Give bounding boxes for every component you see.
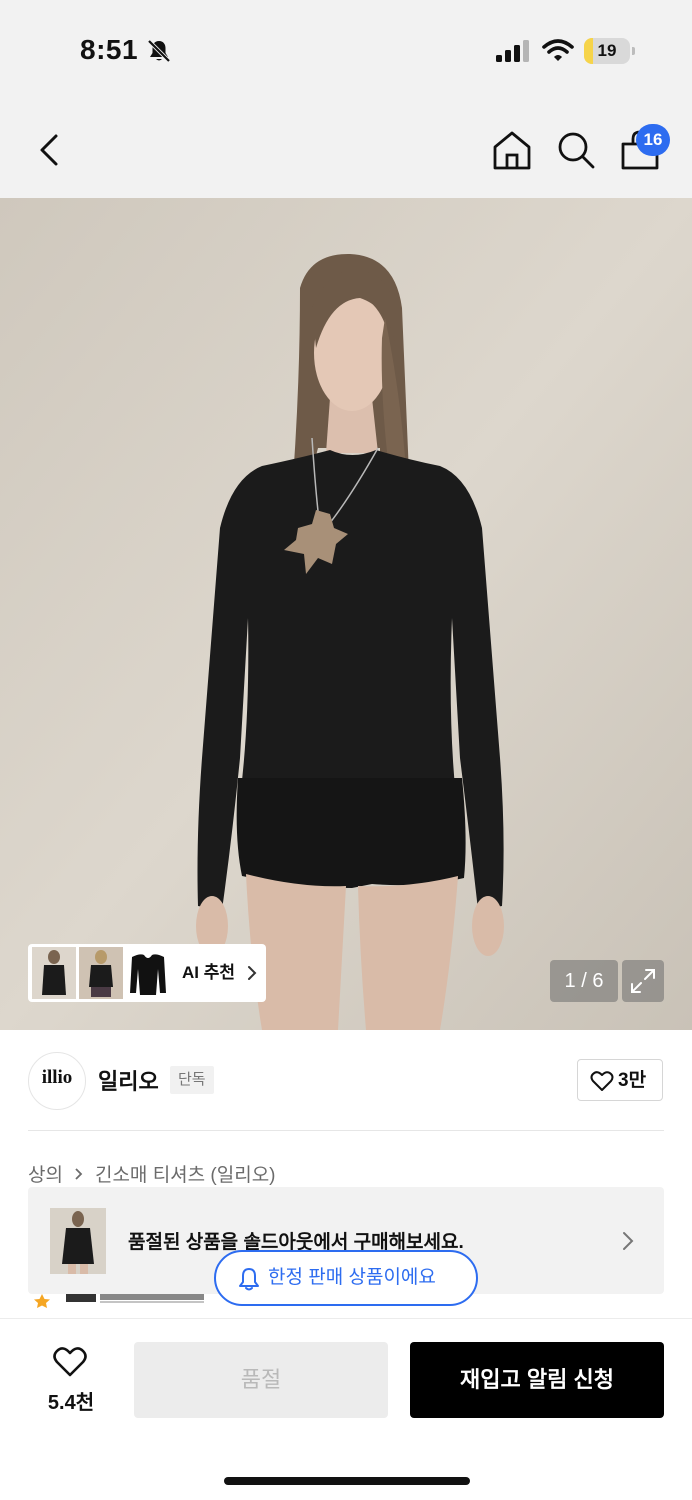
heart-icon — [590, 1071, 614, 1091]
breadcrumb: 상의 긴소매 티셔츠 (일리오) — [28, 1160, 276, 1187]
ai-recommend-thumbnail — [79, 947, 123, 999]
status-bar: 8:51 19 — [0, 0, 692, 100]
home-icon — [493, 131, 531, 170]
ai-recommend-button[interactable]: AI 추천 — [28, 944, 266, 1002]
ai-recommend-thumbnail — [32, 947, 76, 999]
battery-level: 19 — [597, 41, 617, 60]
cellular-signal-icon — [496, 40, 529, 62]
brand-like-count: 3만 — [618, 1070, 647, 1091]
restock-alert-button[interactable]: 재입고 알림 신청 — [410, 1342, 664, 1418]
product-image[interactable] — [0, 198, 692, 1030]
status-time: 8:51 — [80, 34, 139, 65]
heart-icon — [53, 1347, 87, 1377]
brand-like-button[interactable]: 3만 — [577, 1059, 663, 1101]
bell-slash-icon — [147, 39, 171, 63]
bell-icon — [239, 1268, 259, 1291]
expand-image-button[interactable] — [622, 960, 664, 1002]
limited-sale-text: 한정 판매 상품이에요 — [268, 1267, 436, 1288]
brand-logo-text: illio — [41, 1067, 73, 1088]
product-photo-model — [0, 198, 692, 1030]
home-button[interactable] — [490, 128, 534, 172]
chevron-right-icon — [623, 1232, 634, 1250]
home-indicator[interactable] — [224, 1477, 470, 1485]
ai-recommend-label: AI 추천 — [182, 963, 236, 982]
divider — [28, 1130, 664, 1131]
brand-name[interactable]: 일리오 — [98, 1064, 159, 1096]
wishlist-button[interactable]: 5.4천 — [28, 1342, 114, 1418]
exclusive-badge: 단독 — [170, 1066, 214, 1094]
breadcrumb-item-category[interactable]: 상의 — [28, 1160, 63, 1187]
ai-recommend-thumbnail — [126, 947, 170, 999]
search-button[interactable] — [554, 128, 598, 172]
soldout-button: 품절 — [134, 1342, 388, 1418]
soldout-thumbnail — [50, 1208, 106, 1274]
brand-logo[interactable]: illio — [28, 1052, 86, 1110]
battery-icon: 19 — [584, 38, 636, 64]
wishlist-count: 5.4천 — [47, 1392, 95, 1414]
chevron-right-icon — [75, 1167, 83, 1180]
expand-icon — [631, 969, 655, 993]
limited-sale-pill[interactable]: 한정 판매 상품이에요 — [214, 1250, 478, 1306]
chevron-right-icon — [248, 966, 257, 980]
back-button[interactable] — [28, 128, 72, 172]
search-icon — [558, 132, 595, 169]
breadcrumb-item-subcategory[interactable]: 긴소매 티셔츠 (일리오) — [95, 1160, 276, 1187]
wifi-icon — [542, 39, 574, 61]
cart-count-badge: 16 — [636, 124, 670, 156]
back-arrow-icon — [40, 134, 58, 166]
image-counter: 1 / 6 — [550, 960, 618, 1002]
